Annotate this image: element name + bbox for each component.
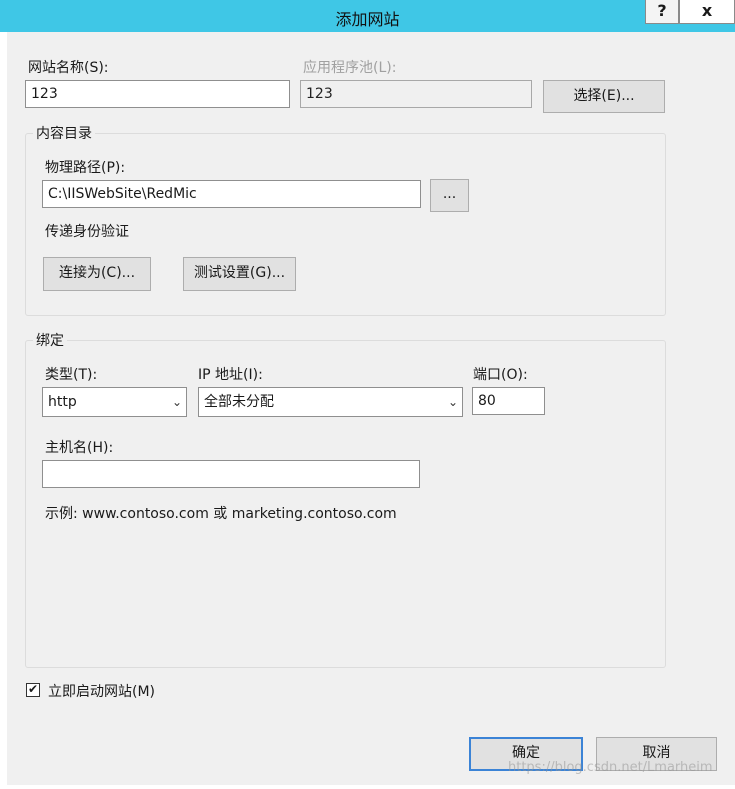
type-label: 类型(T): bbox=[45, 367, 98, 383]
chevron-down-icon: ⌄ bbox=[447, 395, 458, 409]
test-settings-button[interactable]: 测试设置(G)... bbox=[183, 257, 296, 291]
type-select[interactable]: http ⌄ bbox=[42, 387, 187, 417]
physical-path-label: 物理路径(P): bbox=[45, 160, 126, 176]
browse-button[interactable]: ... bbox=[430, 179, 469, 212]
app-pool-label: 应用程序池(L): bbox=[303, 60, 397, 76]
ip-address-select-value: 全部未分配 bbox=[204, 394, 274, 410]
select-pool-button[interactable]: 选择(E)... bbox=[543, 80, 665, 113]
bottom-edge bbox=[0, 785, 735, 789]
example-text: 示例: www.contoso.com 或 marketing.contoso.… bbox=[45, 506, 397, 522]
help-button[interactable]: ? bbox=[645, 0, 679, 24]
close-button[interactable]: x bbox=[679, 0, 735, 24]
window-title: 添加网站 bbox=[335, 10, 400, 29]
port-label: 端口(O): bbox=[473, 367, 528, 383]
start-website-label[interactable]: 立即启动网站(M) bbox=[48, 681, 155, 701]
chevron-down-icon: ⌄ bbox=[171, 395, 182, 409]
site-name-label: 网站名称(S): bbox=[28, 60, 109, 76]
host-name-label: 主机名(H): bbox=[45, 440, 114, 456]
ip-address-select[interactable]: 全部未分配 ⌄ bbox=[198, 387, 463, 417]
port-input[interactable]: 80 bbox=[472, 387, 545, 415]
start-website-checkbox[interactable]: ✔ bbox=[26, 683, 40, 697]
content-directory-title: 内容目录 bbox=[33, 123, 95, 143]
physical-path-input[interactable]: C:\IISWebSite\RedMic bbox=[42, 180, 421, 208]
connect-as-button[interactable]: 连接为(C)... bbox=[43, 257, 151, 291]
ip-address-label: IP 地址(I): bbox=[198, 367, 263, 383]
title-bar[interactable]: 添加网站 ? x bbox=[0, 0, 735, 32]
binding-title: 绑定 bbox=[33, 330, 67, 350]
host-name-input[interactable] bbox=[42, 460, 420, 488]
site-name-input[interactable]: 123 bbox=[25, 80, 290, 108]
pass-through-auth-label: 传递身份验证 bbox=[45, 224, 129, 240]
type-select-value: http bbox=[48, 394, 77, 410]
watermark-text: https://blog.csdn.net/Lmarheim bbox=[508, 760, 713, 775]
app-pool-input: 123 bbox=[300, 80, 532, 108]
